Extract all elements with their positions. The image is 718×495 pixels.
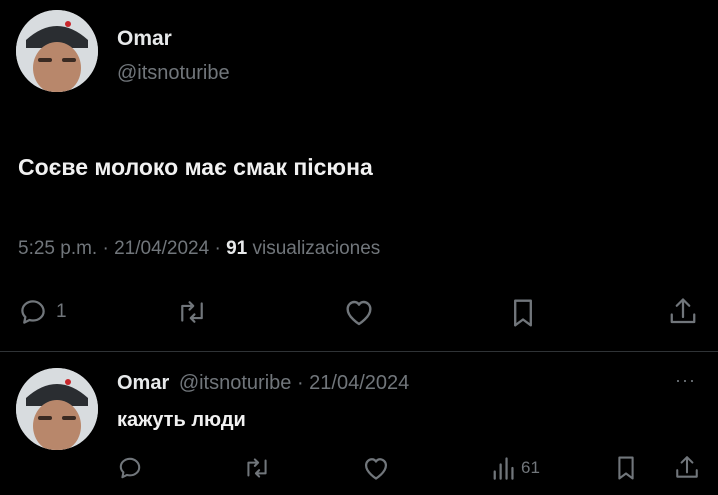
views-icon	[493, 457, 514, 480]
reply-icon	[119, 457, 141, 479]
reply-header: Omar @itsnoturibe · 21/04/2024	[117, 372, 409, 395]
tweet-timestamp[interactable]: 5:25 p.m. · 21/04/2024 ·	[18, 238, 226, 259]
avatar-photo	[16, 368, 98, 450]
share-button[interactable]	[668, 295, 698, 329]
reply-author-handle[interactable]: @itsnoturibe	[179, 372, 292, 394]
reply-text: кажуть люди	[117, 409, 246, 431]
reply-retweet-button[interactable]	[242, 455, 272, 481]
like-icon	[364, 458, 388, 480]
retweet-icon	[247, 458, 267, 478]
reply-share-button[interactable]	[674, 453, 700, 483]
reply-author-avatar[interactable]	[16, 368, 98, 450]
reply-button[interactable]: 1	[18, 297, 67, 327]
author-handle[interactable]: @itsnoturibe	[117, 62, 230, 85]
tweet-meta: 5:25 p.m. · 21/04/2024 · 91 visualizacio…	[18, 238, 380, 260]
bookmark-button[interactable]	[510, 297, 536, 329]
reply-author-name[interactable]: Omar	[117, 372, 169, 394]
retweet-icon	[181, 301, 203, 323]
reply-views-button[interactable]: 61	[491, 455, 540, 481]
reply-icon	[21, 300, 45, 324]
reply-date[interactable]: · 21/04/2024	[291, 372, 409, 394]
more-options-button[interactable]: ···	[675, 370, 696, 391]
retweet-button[interactable]	[175, 297, 209, 327]
reply-bookmark-button[interactable]	[615, 454, 637, 482]
share-icon	[676, 456, 698, 478]
like-icon	[346, 300, 372, 326]
reply-like-button[interactable]	[362, 455, 390, 481]
views-label: visualizaciones	[247, 238, 381, 259]
share-icon	[670, 298, 696, 324]
thread-divider	[0, 351, 718, 352]
author-avatar[interactable]	[16, 10, 98, 92]
views-count: 91	[226, 238, 248, 259]
bookmark-icon	[514, 299, 532, 327]
author-name[interactable]: Omar	[117, 27, 172, 51]
tweet-text: Соєве молоко має смак пісюна	[18, 154, 373, 180]
reply-reply-button[interactable]	[117, 455, 143, 481]
reply-views-count: 61	[521, 458, 540, 477]
like-button[interactable]	[343, 297, 375, 327]
avatar-photo	[16, 10, 98, 92]
reply-count: 1	[56, 301, 67, 322]
bookmark-icon	[618, 456, 634, 480]
